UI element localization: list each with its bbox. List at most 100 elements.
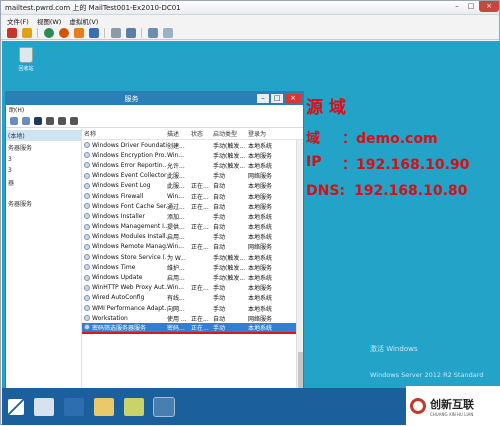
pause-icon[interactable] xyxy=(22,27,32,38)
column-desc[interactable]: 描述 xyxy=(167,129,191,138)
stop-icon[interactable] xyxy=(7,27,17,38)
service-startup: 自动 xyxy=(213,244,226,252)
close-button[interactable]: × xyxy=(479,0,499,12)
tree-item[interactable]: 3 xyxy=(6,154,81,165)
shutdown-icon[interactable] xyxy=(59,27,69,38)
maximize-button[interactable]: □ xyxy=(465,1,477,12)
services-maximize-button[interactable]: □ xyxy=(271,94,283,103)
service-gear-icon xyxy=(84,254,90,261)
recycle-bin[interactable]: 回收站 xyxy=(14,47,38,72)
scroll-thumb[interactable] xyxy=(298,352,303,392)
service-desc: 为 W... xyxy=(167,254,186,262)
services-minimize-button[interactable]: – xyxy=(257,94,269,103)
service-name-cell: Windows Event Collector xyxy=(82,172,167,179)
table-row[interactable]: Windows Font Cache Ser... 通过... 正在... 自动 本地服… xyxy=(82,201,303,211)
table-row[interactable]: 密码筛选服务器服务 密码... 正在... 手动 本地系统 xyxy=(82,323,303,334)
start-button-icon[interactable] xyxy=(8,398,24,415)
play-icon[interactable] xyxy=(34,117,42,125)
table-row[interactable]: Wired AutoConfig 有线... 手动 本地系统 xyxy=(82,293,303,303)
service-name-cell: WMI Performance Adapt... xyxy=(82,305,167,312)
table-row[interactable]: Windows Event Collector 此服... 手动 网络服务 xyxy=(82,171,303,181)
service-name: WMI Performance Adapt... xyxy=(92,304,167,312)
server-manager-icon[interactable] xyxy=(34,397,54,416)
file-explorer-icon[interactable] xyxy=(94,397,114,416)
service-startup: 自动 xyxy=(213,183,226,191)
brand-mark-icon xyxy=(410,398,426,414)
table-row[interactable]: Windows Driver Foundati... 创建... 手动(触发... 本… xyxy=(82,140,303,150)
minimize-button[interactable]: – xyxy=(451,1,463,12)
column-status[interactable]: 状态 xyxy=(191,129,213,138)
vm-menubar: 文件(F) 视图(W) 虚拟机(V) xyxy=(1,15,499,26)
table-row[interactable]: Windows Modules Install... 启用... 手动 本地系统 xyxy=(82,232,303,242)
service-desc: Win... xyxy=(167,284,184,292)
vertical-scrollbar[interactable] xyxy=(296,140,303,406)
service-gear-icon xyxy=(84,264,90,271)
table-row[interactable]: WinHTTP Web Proxy Aut... Win... 正在... 手动 本地服… xyxy=(82,283,303,293)
table-row[interactable]: Windows Encryption Pro... Win... 手动(触发... 本… xyxy=(82,150,303,160)
service-name-cell: Windows Error Reportin... xyxy=(82,162,167,169)
table-row[interactable]: WMI Performance Adapt... 向网... 手动 本地系统 xyxy=(82,303,303,313)
forward-icon[interactable] xyxy=(22,117,30,125)
powershell-icon[interactable] xyxy=(64,397,84,416)
service-name-cell: Windows Font Cache Ser... xyxy=(82,203,167,210)
table-row[interactable]: Windows Firewall Win... 正在... 自动 本地服务 xyxy=(82,191,303,201)
service-gear-icon xyxy=(84,152,90,159)
services-close-button[interactable]: × xyxy=(285,94,301,103)
services-list: 名称 描述 状态 启动类型 登录为 Windows Driver Foundat… xyxy=(82,128,303,416)
column-startup[interactable]: 启动类型 xyxy=(213,129,248,138)
tools-icon[interactable] xyxy=(124,397,144,416)
menu-view[interactable]: 视图(W) xyxy=(37,16,62,26)
service-logon: 本地服务 xyxy=(248,285,273,293)
save-state-icon[interactable] xyxy=(74,27,84,38)
table-row[interactable]: Windows Update 启用... 手动(触发... 本地系统 xyxy=(82,272,303,282)
service-name: Windows Driver Foundati... xyxy=(92,141,167,149)
reset-icon[interactable] xyxy=(89,27,99,38)
tree-item[interactable]: 器 xyxy=(6,176,81,189)
table-row[interactable]: Windows Installer 添加... 手动 本地系统 xyxy=(82,211,303,221)
service-startup: 手动 xyxy=(213,285,226,293)
tree-item[interactable]: 务器服务 xyxy=(6,197,81,210)
back-icon[interactable] xyxy=(10,117,18,125)
service-logon: 本地系统 xyxy=(248,305,273,313)
service-status: 正在... xyxy=(191,203,209,211)
service-logon: 本地系统 xyxy=(248,224,273,232)
restart-icon[interactable] xyxy=(70,117,78,125)
revert-icon[interactable] xyxy=(126,27,136,38)
table-row[interactable]: Windows Management I... 提供... 正在... 自动 本地系统 xyxy=(82,222,303,232)
table-row[interactable]: Windows Store Service (... 为 W... 手动(触发...… xyxy=(82,252,303,262)
service-gear-icon xyxy=(84,213,90,220)
checkpoint-icon[interactable] xyxy=(111,27,121,38)
overlay-ip-label: IP xyxy=(306,154,322,170)
service-logon: 本地系统 xyxy=(248,254,273,262)
table-row[interactable]: Windows Error Reportin... 允许... 手动(触发... 本地… xyxy=(82,160,303,170)
share-icon[interactable] xyxy=(163,27,173,38)
services-menu-help[interactable]: 助(H) xyxy=(6,105,303,115)
service-startup: 手动(触发... xyxy=(213,152,246,160)
services-taskbar-icon[interactable] xyxy=(153,396,175,417)
stop-icon[interactable] xyxy=(46,117,54,125)
toolbar-separator xyxy=(104,27,105,38)
tree-item-local[interactable]: (本地) xyxy=(6,130,81,141)
menu-vm[interactable]: 虚拟机(V) xyxy=(69,16,98,26)
tree-item[interactable]: 务器服务 xyxy=(6,141,81,154)
start-icon[interactable] xyxy=(44,27,54,38)
table-row[interactable]: Workstation 使用 ... 正在... 自动 网络服务 xyxy=(82,313,303,323)
menu-file[interactable]: 文件(F) xyxy=(7,16,29,26)
recycle-bin-label: 回收站 xyxy=(18,66,34,72)
column-logon[interactable]: 登录为 xyxy=(248,129,288,138)
table-row[interactable]: Windows Event Log 此服... 正在... 自动 本地服务 xyxy=(82,181,303,191)
brand-name: 创新互联 xyxy=(430,397,474,411)
enhanced-session-icon[interactable] xyxy=(148,27,158,38)
service-desc: Win... xyxy=(167,243,184,251)
pause-icon[interactable] xyxy=(58,117,66,125)
table-row[interactable]: Windows Time 维护... 手动(触发... 本地服务 xyxy=(82,262,303,272)
service-logon: 网络服务 xyxy=(248,315,273,323)
service-startup: 手动 xyxy=(213,234,226,242)
table-row[interactable]: Windows Remote Manag... Win... 正在... 自动 网络服务 xyxy=(82,242,303,252)
column-name[interactable]: 名称 xyxy=(82,129,167,138)
service-desc: 提供... xyxy=(167,224,185,232)
tree-item[interactable]: 3 xyxy=(6,165,81,176)
service-startup: 自动 xyxy=(213,315,226,323)
service-logon: 本地系统 xyxy=(248,275,273,283)
service-startup: 自动 xyxy=(213,224,226,232)
